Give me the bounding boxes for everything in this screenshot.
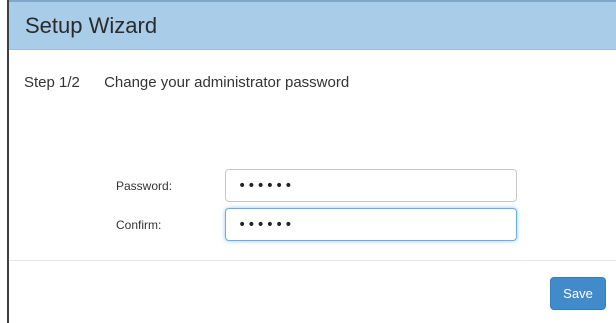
confirm-label: Confirm:	[116, 217, 162, 232]
save-button[interactable]: Save	[550, 277, 606, 310]
password-label: Password:	[116, 178, 173, 193]
footer-divider	[9, 260, 616, 261]
page: Setup Wizard Step 1/2 Change your admini…	[0, 0, 616, 323]
step-instruction: Change your administrator password	[104, 74, 350, 91]
confirm-password-field[interactable]	[225, 208, 517, 241]
background-window-edge	[0, 0, 9, 323]
step-indicator: Step 1/2	[24, 74, 80, 91]
confirm-row: Confirm:	[116, 208, 517, 241]
password-row: Password:	[116, 169, 517, 202]
dialog-title: Setup Wizard	[25, 12, 158, 38]
step-row: Step 1/2 Change your administrator passw…	[24, 74, 349, 91]
setup-wizard-dialog: Setup Wizard Step 1/2 Change your admini…	[9, 0, 616, 323]
dialog-header: Setup Wizard	[9, 2, 616, 50]
password-field[interactable]	[225, 169, 517, 202]
